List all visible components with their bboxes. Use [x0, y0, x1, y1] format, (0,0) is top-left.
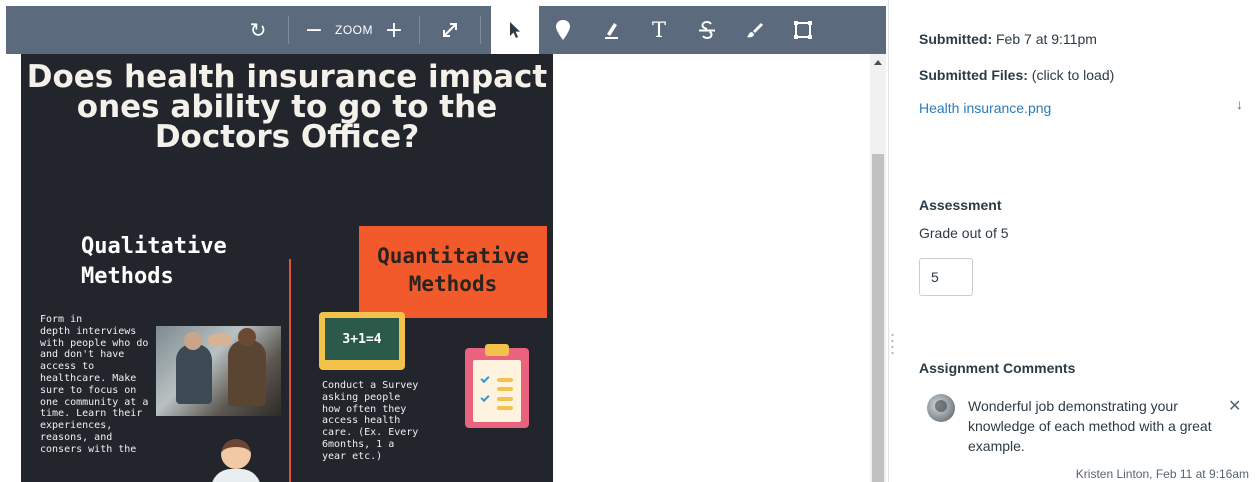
chalkboard-text: 3+1=4: [325, 318, 399, 360]
toolbar-separator: [480, 16, 481, 44]
zoom-in-button[interactable]: +: [379, 6, 409, 54]
annotation-toolbar: ↻ − ZOOM + T: [6, 6, 886, 54]
zoom-label: ZOOM: [335, 23, 373, 37]
zoom-out-icon: −: [304, 17, 324, 43]
speedgrader-app: ↻ − ZOOM + T Does health insurance impac…: [0, 0, 1260, 482]
grade-input[interactable]: [919, 258, 973, 296]
quantitative-heading: Quantitative Methods: [377, 244, 529, 296]
poster-title: Does health insurance impact ones abilit…: [26, 59, 548, 155]
strikeout-icon: [699, 20, 715, 40]
pointer-tool-button[interactable]: [491, 6, 539, 54]
qualitative-heading: Qualitative Methods: [81, 234, 227, 289]
submitted-files-heading: Submitted Files: (click to load): [919, 67, 1115, 83]
grip-dots-icon: [891, 332, 894, 356]
freedraw-tool-button[interactable]: [731, 6, 779, 54]
highlight-tool-button[interactable]: [587, 6, 635, 54]
rectangle-tool-button[interactable]: [779, 6, 827, 54]
chalkboard-illustration: 3+1=4: [319, 312, 405, 370]
annotation-tools: T: [491, 6, 827, 54]
text-tool-button[interactable]: T: [635, 6, 683, 54]
fullscreen-button[interactable]: [430, 6, 470, 54]
toolbar-separator: [288, 16, 289, 44]
poster-divider: [289, 259, 291, 482]
rotate-icon: ↻: [249, 18, 267, 42]
high-five-photo: [156, 326, 281, 416]
pin-tool-button[interactable]: [539, 6, 587, 54]
doctor-illustration: [211, 439, 261, 482]
grade-label: Grade out of 5: [919, 225, 1009, 241]
delete-comment-icon[interactable]: ✕: [1228, 396, 1241, 415]
zoom-in-icon: +: [384, 17, 404, 43]
highlight-icon: [605, 23, 618, 39]
text-icon: T: [651, 18, 666, 42]
submitted-date: Submitted: Feb 7 at 9:11pm: [919, 31, 1097, 47]
document-viewer: ↻ − ZOOM + T Does health insurance impac…: [0, 0, 888, 482]
toolbar-separator: [419, 16, 420, 44]
fullscreen-icon: [443, 23, 457, 37]
submitted-file-link[interactable]: Health insurance.png: [919, 100, 1051, 116]
pin-icon: [556, 20, 570, 40]
scroll-up-arrow-icon[interactable]: [874, 60, 882, 65]
panel-resize-handle[interactable]: [888, 0, 896, 482]
quantitative-box: Quantitative Methods: [359, 226, 547, 318]
vertical-scrollbar[interactable]: [870, 54, 886, 482]
document-page-area[interactable]: Does health insurance impact ones abilit…: [6, 54, 870, 482]
zoom-controls: ↻ − ZOOM +: [238, 6, 491, 54]
quantitative-text: Conduct a Survey asking people how often…: [322, 380, 419, 462]
pointer-icon: [510, 22, 520, 38]
comments-heading: Assignment Comments: [919, 360, 1076, 376]
freedraw-icon: [747, 23, 763, 38]
avatar: [927, 394, 955, 422]
clipboard-illustration: [465, 344, 529, 428]
strikeout-tool-button[interactable]: [683, 6, 731, 54]
scrollbar-thumb[interactable]: [872, 154, 884, 482]
rotate-button[interactable]: ↻: [238, 6, 278, 54]
download-icon[interactable]: ↓: [1236, 96, 1243, 112]
assessment-heading: Assessment: [919, 197, 1002, 213]
infographic-image: Does health insurance impact ones abilit…: [21, 54, 553, 482]
grading-panel: Submitted: Feb 7 at 9:11pm Submitted Fil…: [896, 0, 1260, 482]
comment-text: Wonderful job demonstrating your knowled…: [968, 398, 1212, 454]
rectangle-icon: [794, 21, 812, 39]
zoom-out-button[interactable]: −: [299, 6, 329, 54]
comment-author-date: Kristen Linton, Feb 11 at 9:16am: [1075, 467, 1249, 481]
